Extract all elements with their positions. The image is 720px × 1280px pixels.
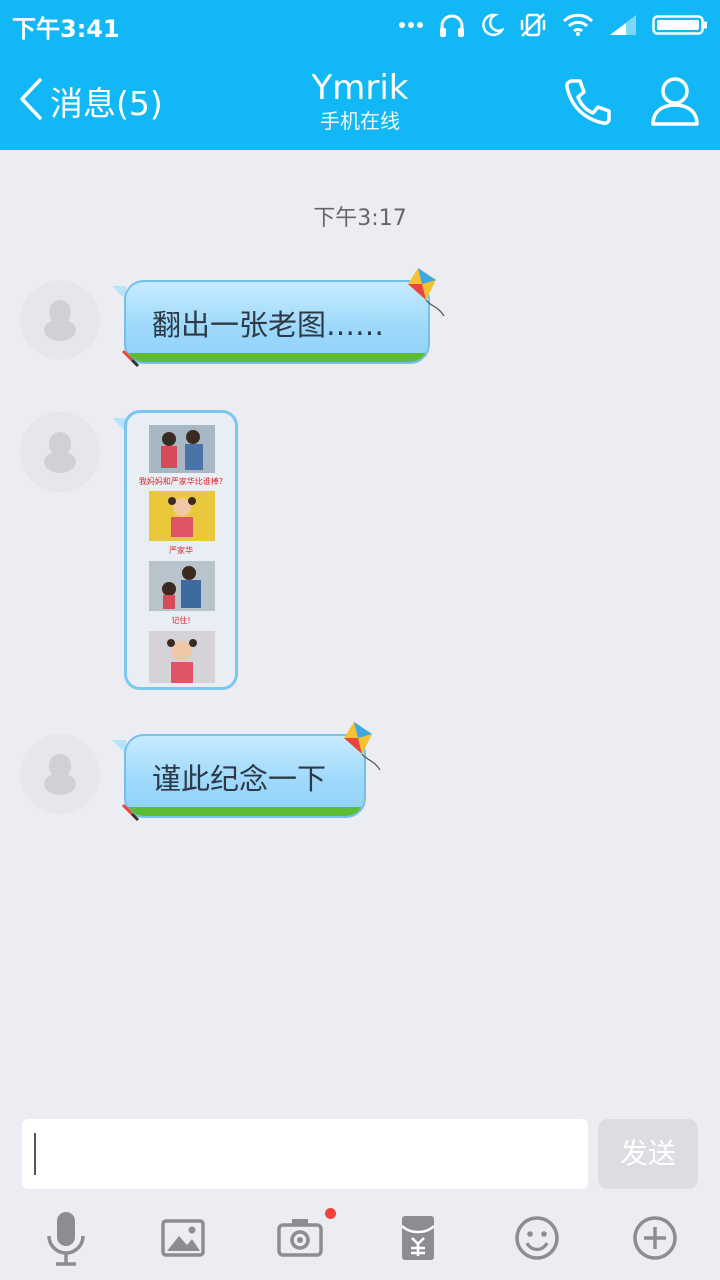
emoji-icon[interactable] <box>507 1208 567 1272</box>
comic-panel <box>149 631 215 683</box>
comic-caption: 严家华 <box>169 546 193 555</box>
comic-caption: 我妈妈和严家华比谁棒? <box>138 477 224 486</box>
comic-panel <box>149 425 215 473</box>
back-label: 消息(5) <box>50 84 163 123</box>
comic-panel <box>149 561 215 611</box>
message-text: 谨此纪念一下 <box>152 762 327 796</box>
send-button[interactable]: 发送 <box>598 1119 698 1189</box>
signal-icon <box>608 13 638 37</box>
camera-badge <box>325 1208 336 1219</box>
message-bubble[interactable]: 谨此纪念一下 <box>124 734 366 818</box>
back-button[interactable]: 消息(5) <box>18 76 163 126</box>
kite-icon <box>404 266 448 322</box>
more-dots-icon <box>398 21 424 29</box>
status-time: 下午3:41 <box>12 15 120 43</box>
red-packet-icon[interactable] <box>388 1208 448 1272</box>
comic-panel <box>149 491 215 541</box>
image-message[interactable]: 我妈妈和严家华比谁棒? 严家华 记住! <box>124 410 238 690</box>
message-input[interactable] <box>22 1119 588 1189</box>
battery-icon <box>652 13 708 37</box>
grass-decoration <box>126 353 428 362</box>
text-caret <box>34 1133 36 1175</box>
kite-icon <box>340 720 384 776</box>
avatar[interactable] <box>20 412 100 492</box>
grass-decoration <box>126 807 364 816</box>
microphone-icon[interactable] <box>36 1208 96 1272</box>
pin-icon <box>120 348 140 372</box>
status-icons <box>398 10 708 40</box>
profile-icon[interactable] <box>648 74 702 128</box>
contact-name: Ymrik <box>311 68 409 108</box>
avatar[interactable] <box>20 734 100 814</box>
contact-info: Ymrik 手机在线 <box>210 68 510 134</box>
message-text: 翻出一张老图…… <box>152 308 385 342</box>
comic-caption: 记住! <box>171 616 191 625</box>
headphones-icon <box>438 12 466 38</box>
status-bar: 下午3:41 <box>0 0 720 50</box>
contact-status: 手机在线 <box>320 109 400 133</box>
wifi-icon <box>562 13 594 37</box>
message-timestamp: 下午3:17 <box>313 206 407 231</box>
moon-icon <box>480 13 504 37</box>
picture-icon[interactable] <box>153 1208 213 1272</box>
plus-icon[interactable] <box>625 1208 685 1272</box>
avatar[interactable] <box>20 280 100 360</box>
chat-header: 消息(5) Ymrik 手机在线 <box>0 50 720 150</box>
chevron-left-icon <box>18 77 44 125</box>
vibrate-off-icon <box>518 12 548 38</box>
camera-icon[interactable] <box>270 1208 330 1272</box>
pin-icon <box>120 802 140 826</box>
composer-toolbar <box>0 1208 720 1272</box>
message-bubble[interactable]: 翻出一张老图…… <box>124 280 430 364</box>
phone-icon[interactable] <box>562 76 614 128</box>
